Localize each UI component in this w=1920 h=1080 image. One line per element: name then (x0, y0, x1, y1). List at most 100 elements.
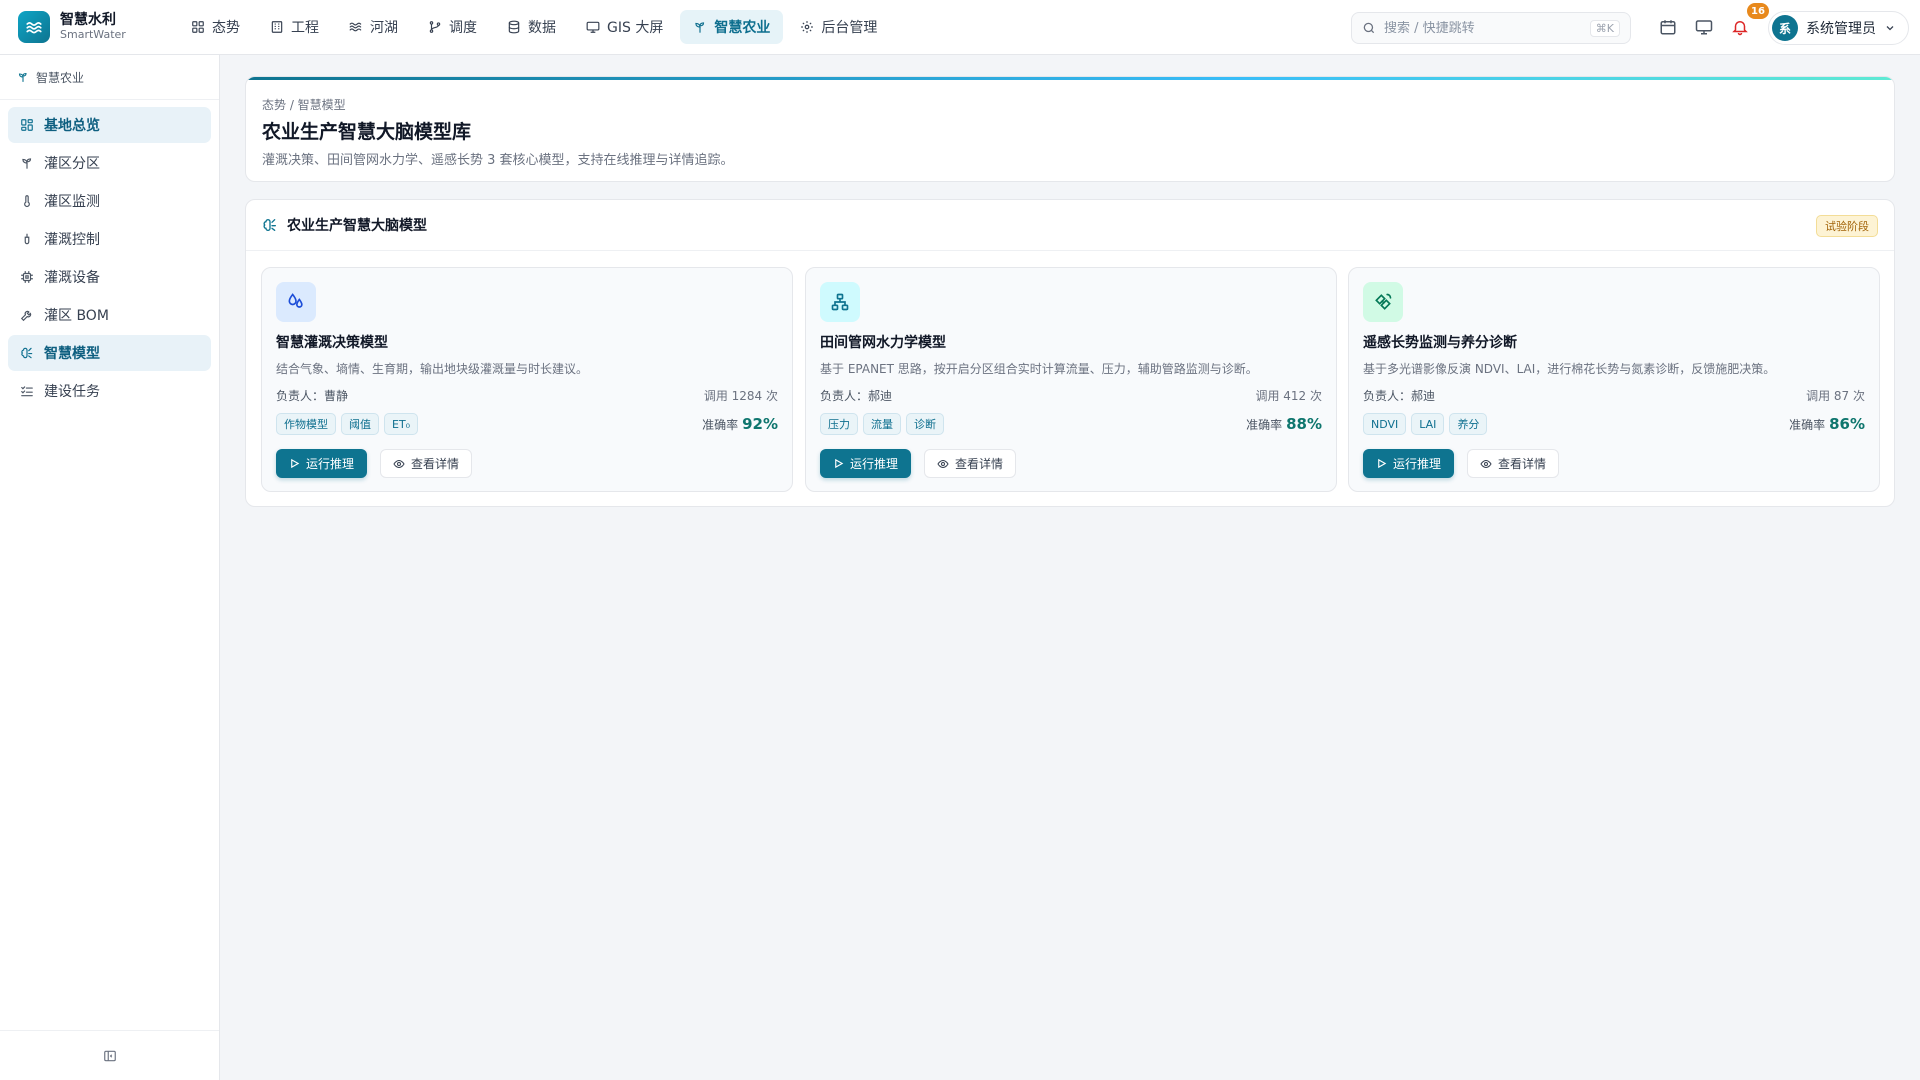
accuracy-label: 准确率 (1789, 418, 1826, 432)
sidebar-item-tasks[interactable]: 建设任务 (8, 373, 211, 409)
accuracy-value: 92% (742, 415, 778, 433)
network-icon (831, 293, 849, 311)
play-icon (835, 458, 844, 469)
search-shortcut: ⌘K (1589, 19, 1620, 37)
user-name: 系统管理员 (1806, 21, 1876, 37)
nav-item-gis[interactable]: GIS 大屏 (573, 10, 676, 44)
card-accuracy: 准确率 86% (1789, 415, 1865, 433)
tag: ET₀ (384, 413, 419, 435)
card-tags: 作物模型 阈值 ET₀ (276, 413, 419, 435)
nav-label: 数据 (528, 20, 556, 36)
gear-icon (801, 21, 814, 33)
brand[interactable]: 智慧水利 SmartWater (18, 11, 168, 43)
nav-label: 工程 (291, 20, 319, 36)
sidebar-item-bom[interactable]: 灌区 BOM (8, 297, 211, 333)
page-header: 态势 / 智慧模型 农业生产智慧大脑模型库 灌溉决策、田间管网水力学、遥感长势 … (245, 76, 1895, 182)
run-inference-button[interactable]: 运行推理 (1363, 449, 1455, 478)
page-title: 农业生产智慧大脑模型库 (262, 121, 472, 143)
nav-label: 智慧农业 (714, 20, 771, 36)
sidebar-item-smart-model[interactable]: 智慧模型 (8, 335, 211, 371)
tag: 作物模型 (276, 413, 336, 435)
sidebar-title: 智慧农业 (36, 70, 85, 85)
model-card-irrigation: 智慧灌溉决策模型 结合气象、墒情、生育期，输出地块级灌溉量与时长建议。 负责人：… (261, 267, 793, 492)
tag: LAI (1411, 413, 1445, 435)
sidebar-header: 智慧农业 (0, 55, 219, 100)
nav-item-smart-agriculture[interactable]: 智慧农业 (680, 10, 784, 44)
panel-header: 农业生产智慧大脑模型 (246, 200, 1894, 251)
sidebar-item-overview[interactable]: 基地总览 (8, 107, 211, 143)
brain-icon (21, 347, 33, 359)
sprout-icon (18, 72, 27, 83)
nav-item-admin[interactable]: 后台管理 (787, 10, 890, 44)
sprout-icon (22, 158, 32, 169)
brain-icon (263, 218, 276, 231)
screen-icon[interactable] (1695, 18, 1713, 36)
card-accuracy: 准确率 88% (1246, 415, 1322, 433)
building-icon (271, 21, 283, 33)
sidebar-item-devices[interactable]: 灌溉设备 (8, 259, 211, 295)
run-inference-button[interactable]: 运行推理 (820, 449, 912, 478)
brand-name: 智慧水利 (60, 12, 116, 29)
view-details-button[interactable]: 查看详情 (380, 449, 473, 478)
card-description: 基于多光谱影像反演 NDVI、LAI，进行棉花长势与氮素诊断，反馈施肥决策。 (1363, 362, 1776, 376)
nav-label: 后台管理 (821, 20, 878, 36)
detail-label: 查看详情 (1498, 457, 1547, 471)
monitor-icon (586, 21, 600, 33)
search-box[interactable]: ⌘K (1351, 12, 1631, 44)
collapse-sidebar-icon[interactable] (103, 1049, 117, 1063)
satellite-icon (1375, 293, 1392, 310)
nav-label: 河湖 (370, 20, 398, 36)
run-label: 运行推理 (306, 457, 355, 471)
calendar-icon[interactable] (1659, 18, 1677, 36)
sidebar-item-label: 灌区分区 (44, 156, 100, 172)
card-owner: 负责人：曹静 (276, 389, 349, 403)
nav-item-engineering[interactable]: 工程 (257, 10, 332, 44)
bell-icon[interactable] (1731, 18, 1749, 36)
brand-subtitle: SmartWater (60, 27, 126, 41)
sidebar-item-label: 灌区监测 (44, 194, 100, 210)
top-bar: 智慧水利 SmartWater 态势 工程 河湖 调度 数据 GIS 大屏 智慧… (0, 0, 1920, 55)
card-title: 遥感长势监测与养分诊断 (1363, 335, 1517, 351)
card-call-count: 调用 1284 次 (703, 389, 778, 403)
model-card-remote-sensing: 遥感长势监测与养分诊断 基于多光谱影像反演 NDVI、LAI，进行棉花长势与氮素… (1348, 267, 1880, 492)
user-menu[interactable]: 系 系统管理员 (1768, 11, 1909, 45)
sidebar-item-zones[interactable]: 灌区分区 (8, 145, 211, 181)
checklist-icon (21, 386, 33, 397)
sidebar-footer (0, 1030, 219, 1080)
run-inference-button[interactable]: 运行推理 (276, 449, 368, 478)
tag: NDVI (1363, 413, 1407, 435)
nav-label: 调度 (449, 20, 477, 36)
search-input[interactable] (1384, 20, 1582, 36)
card-title: 田间管网水力学模型 (820, 335, 946, 351)
grid-icon (192, 21, 204, 33)
eye-icon (393, 459, 405, 468)
view-details-button[interactable]: 查看详情 (1467, 449, 1560, 478)
sidebar-item-label: 基地总览 (44, 118, 100, 134)
model-card-hydraulics: 田间管网水力学模型 基于 EPANET 思路，按开启分区组合实时计算流量、压力，… (805, 267, 1337, 492)
sidebar-item-label: 灌区 BOM (44, 308, 109, 324)
nav-item-situation[interactable]: 态势 (178, 10, 253, 44)
view-details-button[interactable]: 查看详情 (924, 449, 1017, 478)
card-title: 智慧灌溉决策模型 (276, 335, 388, 351)
search-icon (1363, 22, 1375, 34)
dashboard-icon (21, 119, 33, 131)
nav-item-data[interactable]: 数据 (494, 10, 569, 44)
nav-item-dispatch[interactable]: 调度 (415, 10, 490, 44)
card-tags: 压力 流量 诊断 (820, 413, 944, 435)
nav-item-rivers[interactable]: 河湖 (336, 10, 411, 44)
thermometer-icon (24, 195, 30, 208)
detail-label: 查看详情 (411, 457, 460, 471)
accuracy-value: 86% (1829, 415, 1865, 433)
database-icon (508, 20, 520, 34)
detail-label: 查看详情 (955, 457, 1004, 471)
droplets-icon (288, 293, 303, 308)
breadcrumb: 态势 / 智慧模型 (262, 98, 346, 112)
sprout-icon (695, 22, 705, 33)
sidebar-item-irrigation-control[interactable]: 灌溉控制 (8, 221, 211, 257)
page-description: 灌溉决策、田间管网水力学、遥感长势 3 套核心模型，支持在线推理与详情追踪。 (262, 153, 734, 168)
stage-badge: 试验阶段 (1816, 215, 1878, 237)
run-label: 运行推理 (1393, 457, 1442, 471)
nav-label: 态势 (212, 20, 240, 36)
sidebar-item-monitoring[interactable]: 灌区监测 (8, 183, 211, 219)
git-branch-icon (429, 21, 441, 33)
